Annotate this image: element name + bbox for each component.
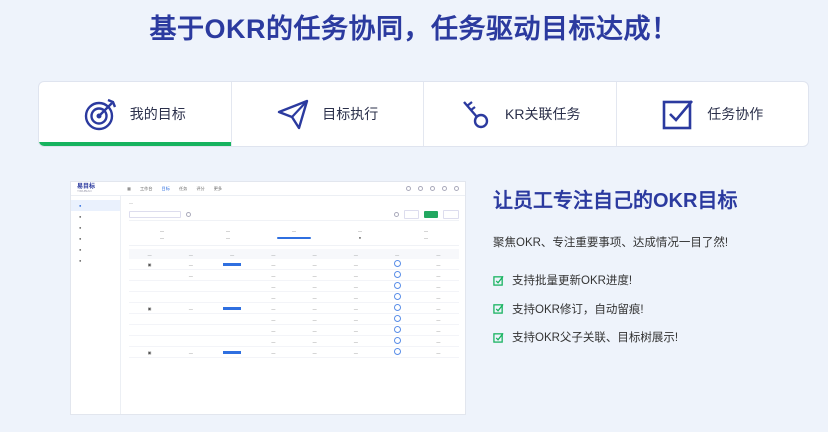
list-item: 支持批量更新OKR进度! — [493, 273, 678, 287]
mock-toolbar — [406, 186, 459, 191]
feature-description: 聚焦OKR、专注重要事项、达成情况一目了然! — [493, 237, 729, 249]
mock-nav: ▦ 工作台 目标 任务 评分 更多 — [127, 185, 223, 191]
check-edit-icon — [493, 332, 504, 343]
checkbox-icon — [662, 100, 694, 130]
tab-goal-execution[interactable]: 目标执行 — [232, 82, 424, 146]
mock-topbar: 易目标 YIMUBIAO ▦ 工作台 目标 任务 评分 更多 — [71, 182, 465, 196]
feature-bullets: 支持批量更新OKR进度! 支持OKR修订，自动留痕! 支持OKR父子关联、目标树… — [493, 273, 678, 359]
tab-label: KR关联任务 — [505, 106, 581, 122]
key-link-icon — [463, 101, 489, 129]
tab-kr-linked-tasks[interactable]: KR关联任务 — [424, 82, 617, 146]
mock-logo: 易目标 YIMUBIAO — [77, 184, 96, 193]
target-icon — [84, 98, 116, 131]
mock-sidebar: ● ● ● ● ● ● — [71, 196, 121, 414]
tab-task-collaboration[interactable]: 任务协作 — [617, 82, 809, 146]
list-item: 支持OKR修订，自动留痕! — [493, 302, 678, 316]
paper-plane-icon — [278, 99, 309, 130]
app-screenshot: 易目标 YIMUBIAO ▦ 工作台 目标 任务 评分 更多 ● ● ● ● ● ● — — — — — — —… — [70, 181, 466, 415]
page-headline: 基于OKR的任务协同，任务驱动目标达成！ — [149, 14, 679, 44]
tab-label: 目标执行 — [322, 106, 379, 122]
bullet-text: 支持OKR修订，自动留痕! — [512, 303, 644, 316]
list-item: 支持OKR父子关联、目标树展示! — [493, 330, 678, 344]
tab-label: 我的目标 — [129, 106, 186, 122]
bullet-text: 支持批量更新OKR进度! — [512, 275, 633, 287]
check-edit-icon — [493, 303, 504, 314]
mock-main: — — — — — — — ● — — — — — — — — — — ▣ — — — — — — — — — — — — — — —… — [123, 196, 465, 414]
tab-label: 任务协作 — [707, 106, 764, 122]
feature-tabs: 我的目标 目标执行 KR关联任务 任务协作 — [38, 81, 809, 147]
feature-title: 让员工专注自己的OKR目标 — [493, 190, 738, 212]
check-edit-icon — [493, 275, 504, 286]
tab-my-goals[interactable]: 我的目标 — [39, 82, 232, 146]
bullet-text: 支持OKR父子关联、目标树展示! — [512, 332, 679, 344]
